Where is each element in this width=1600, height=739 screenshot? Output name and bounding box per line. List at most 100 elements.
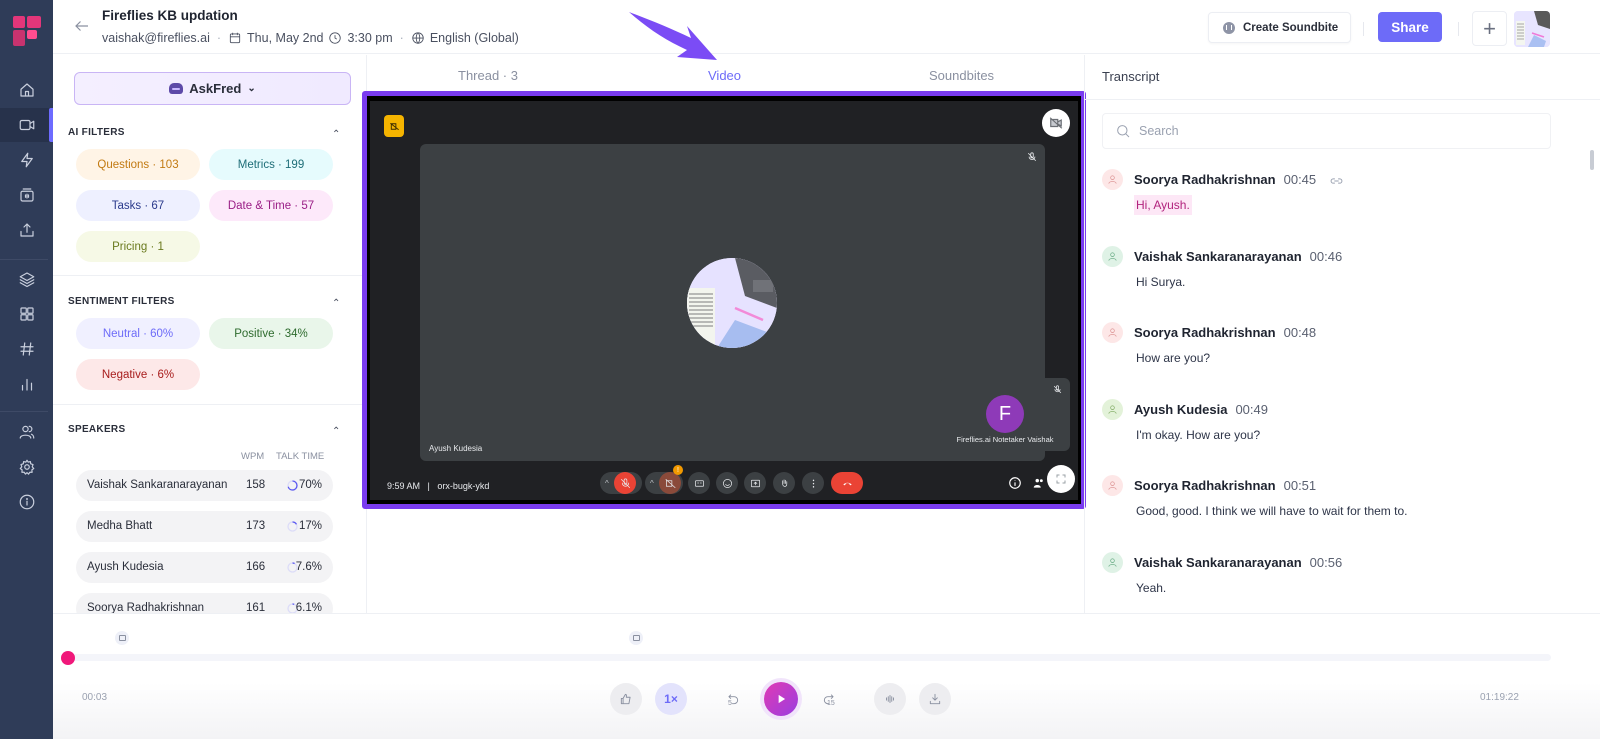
meta-separator: · (216, 31, 222, 45)
leave-call-button[interactable] (831, 472, 863, 494)
speaker-wpm: 161 (246, 602, 266, 613)
progress-handle[interactable] (60, 651, 75, 665)
mic-control[interactable]: ^ (600, 472, 642, 494)
back-button[interactable] (73, 17, 91, 35)
nav-topics[interactable] (0, 262, 53, 296)
askfred-label: AskFred (189, 81, 242, 96)
captions-button[interactable] (688, 472, 710, 494)
chevron-up-icon[interactable]: ⌃ (332, 298, 340, 309)
speaker-name[interactable]: Soorya Radhakrishnan (1134, 172, 1276, 187)
nav-help[interactable] (0, 485, 53, 519)
ai-filter-pill[interactable]: Metrics · 199 (209, 149, 333, 180)
speaker-name[interactable]: Vaishak Sankaranarayanan (1134, 555, 1302, 570)
sentiment-filter-pill[interactable]: Negative · 6% (76, 359, 200, 390)
timestamp[interactable]: 00:45 (1284, 172, 1317, 187)
speaker-avatar (1102, 245, 1123, 267)
users-icon (19, 425, 34, 439)
content-tabs: Thread · 3 Video Soundbites (368, 55, 1083, 93)
speaker-row[interactable]: Vaishak Sankaranarayanan 158 70% (76, 470, 333, 501)
meeting-language[interactable]: English (Global) (430, 31, 519, 45)
nav-team[interactable] (0, 415, 53, 449)
comment-marker[interactable] (115, 631, 129, 645)
nav-soundbites[interactable] (0, 178, 53, 212)
video-player[interactable]: Ayush Kudesia F Fireflies.ai Notetaker V… (362, 91, 1086, 509)
sentiment-filter-pill[interactable]: Positive · 34% (209, 318, 333, 349)
audio-waveform-button[interactable] (874, 683, 906, 715)
speaker-wpm: 158 (246, 479, 266, 491)
ai-filter-pill[interactable]: Date & Time · 57 (209, 190, 333, 221)
search-input[interactable] (1139, 124, 1519, 138)
share-button[interactable]: Share (1378, 12, 1442, 42)
progress-track[interactable] (62, 654, 1551, 661)
speaker-line: Ayush Kudesia 00:49 (1134, 402, 1268, 417)
speaker-name[interactable]: Soorya Radhakrishnan (1134, 325, 1276, 340)
tab-video[interactable]: Video (708, 68, 741, 83)
timestamp[interactable]: 00:46 (1310, 249, 1343, 264)
nav-analytics[interactable] (0, 367, 53, 401)
camera-control[interactable]: ^ (645, 472, 683, 494)
mic-off-button[interactable] (614, 472, 636, 494)
transcript-panel: Transcript Soorya Radhakrishnan 00:45 Hi, … (1084, 55, 1600, 613)
camera-off-icon (665, 478, 675, 488)
raise-hand-button[interactable] (773, 472, 795, 494)
timestamp[interactable]: 00:51 (1284, 478, 1317, 493)
camera-off-button[interactable] (659, 472, 681, 494)
tab-soundbites[interactable]: Soundbites (929, 68, 994, 83)
talk-time-ring (287, 521, 298, 532)
nav-settings[interactable] (0, 450, 53, 484)
transcript-text: How are you? (1136, 351, 1211, 365)
chevron-up-icon[interactable]: ⌃ (332, 426, 340, 437)
camera-off-button[interactable] (1042, 109, 1070, 137)
speaker-row[interactable]: Ayush Kudesia 166 7.6% (76, 552, 333, 583)
skip-back-button[interactable]: 5 (717, 683, 749, 715)
more-options-button[interactable] (802, 472, 824, 494)
speaker-name[interactable]: Soorya Radhakrishnan (1134, 478, 1276, 493)
ai-filter-pill[interactable]: Tasks · 67 (76, 190, 200, 221)
nav-automations[interactable] (0, 143, 53, 177)
fireflies-logo[interactable] (13, 16, 41, 46)
meta-separator: · (399, 31, 404, 45)
hashtag-icon (19, 342, 34, 356)
thumbs-up-button[interactable] (610, 683, 642, 715)
nav-channels[interactable] (0, 332, 53, 366)
hand-icon (781, 478, 787, 487)
playback-speed-button[interactable]: 1× (655, 683, 687, 715)
link-icon[interactable] (1330, 176, 1343, 186)
chevron-up-icon[interactable]: ⌃ (332, 129, 340, 140)
download-button[interactable] (919, 683, 951, 715)
play-button[interactable] (764, 682, 798, 716)
skip-forward-button[interactable]: 15 (813, 683, 845, 715)
fullscreen-button[interactable] (1047, 465, 1075, 493)
timestamp[interactable]: 00:49 (1235, 402, 1268, 417)
tab-thread[interactable]: Thread · 3 (458, 68, 518, 83)
nav-uploads[interactable] (0, 213, 53, 247)
speaker-name[interactable]: Ayush Kudesia (1134, 402, 1227, 417)
create-soundbite-label: Create Soundbite (1243, 21, 1339, 34)
layers-icon (19, 272, 34, 288)
askfred-dropdown[interactable]: AskFred ⌄ (74, 72, 351, 105)
timestamp[interactable]: 00:56 (1310, 555, 1343, 570)
clock-icon (329, 32, 342, 44)
speaker-talk-time: 7.6% (295, 561, 322, 573)
nav-apps[interactable] (0, 297, 53, 331)
emoji-button[interactable] (716, 472, 738, 494)
meeting-date: Thu, May 2nd (247, 31, 324, 45)
speaker-row[interactable]: Medha Bhatt 173 17% (76, 511, 333, 542)
add-button[interactable]: + (1472, 11, 1507, 46)
ai-filter-pill[interactable]: Pricing · 1 (76, 231, 200, 262)
info-icon[interactable] (1008, 476, 1022, 490)
nav-meetings[interactable] (0, 108, 53, 142)
speaker-row[interactable]: Soorya Radhakrishnan 161 6.1% (76, 593, 333, 613)
present-button[interactable] (744, 472, 766, 494)
comment-marker[interactable] (629, 631, 643, 645)
sentiment-filter-pill[interactable]: Neutral · 60% (76, 318, 200, 349)
user-avatar[interactable] (1514, 11, 1550, 47)
nav-home[interactable] (0, 73, 53, 107)
people-icon[interactable] (1031, 476, 1047, 490)
speaker-name[interactable]: Vaishak Sankaranarayanan (1134, 249, 1302, 264)
ai-filter-pill[interactable]: Questions · 103 (76, 149, 200, 180)
create-soundbite-button[interactable]: Create Soundbite (1208, 12, 1351, 43)
transcript-scrollbar[interactable] (1590, 150, 1594, 170)
transcript-search[interactable] (1102, 113, 1551, 149)
timestamp[interactable]: 00:48 (1284, 325, 1317, 340)
